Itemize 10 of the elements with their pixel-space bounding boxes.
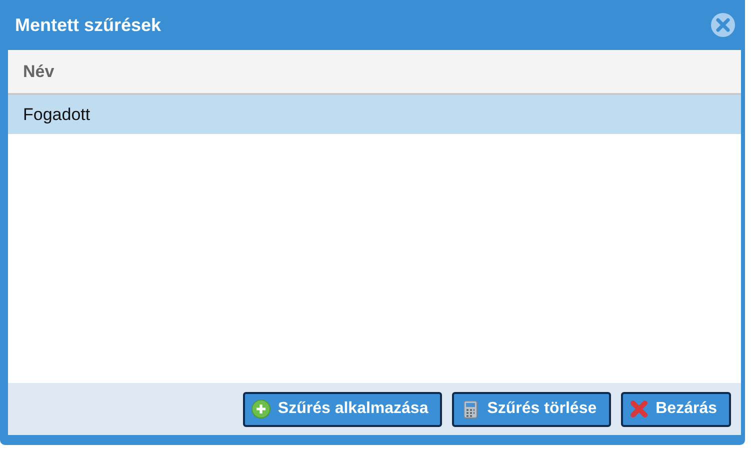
column-header[interactable]: Név [8,62,54,82]
clear-button[interactable]: Szűrés törlése [452,392,611,426]
cross-icon [628,399,649,419]
window-title: Mentett szűrések [15,14,162,36]
table-row[interactable]: Fogadott [8,95,741,134]
apply-button[interactable]: Szűrés alkalmazása [242,392,442,426]
table-cell: Fogadott [23,104,90,124]
plus-icon [250,399,271,419]
close-button[interactable]: Bezárás [620,392,731,426]
close-icon[interactable] [710,12,736,38]
